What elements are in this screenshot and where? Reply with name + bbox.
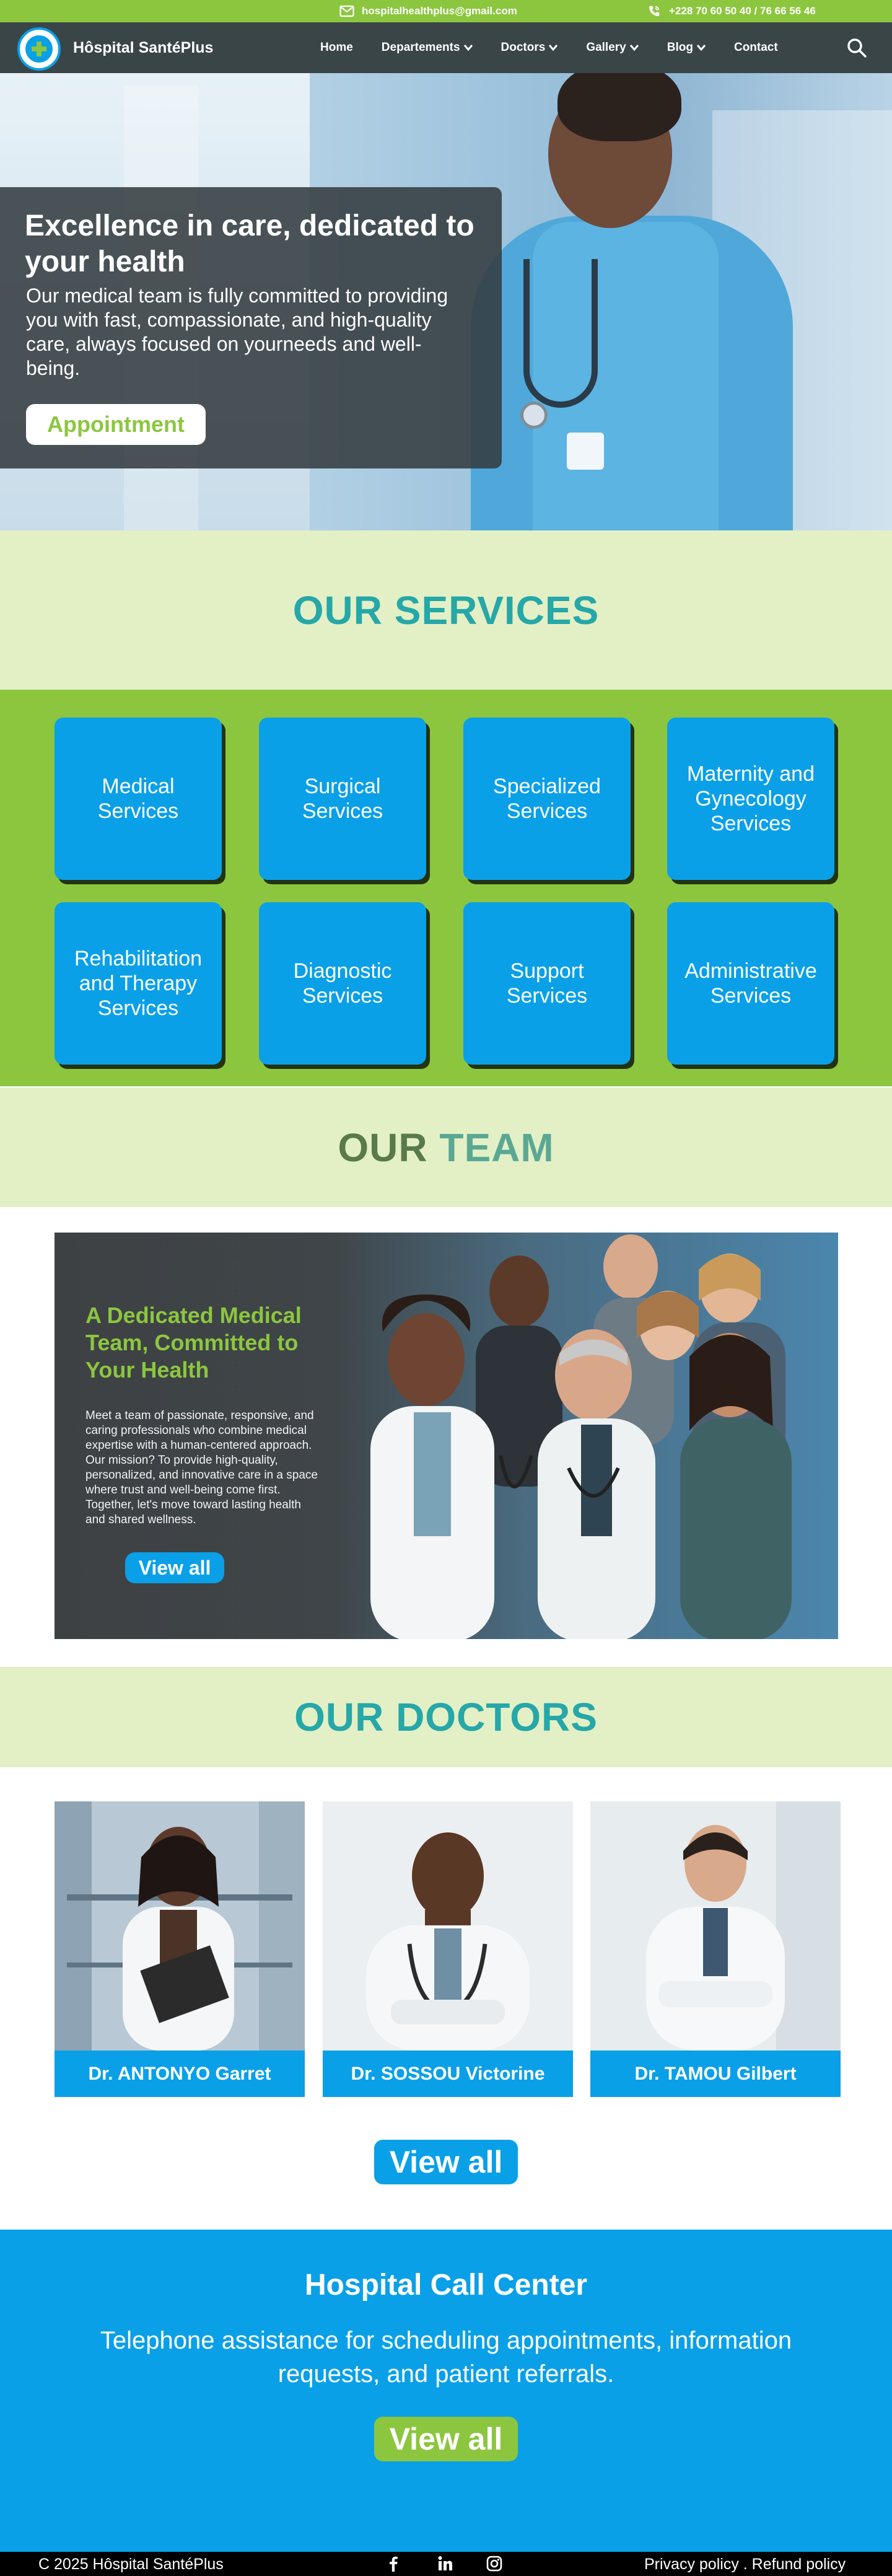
footer-link-separator: . [738, 2556, 752, 2573]
nav-label[interactable]: Gallery [586, 41, 626, 55]
doctor-card[interactable]: Dr. ANTONYO Garret [55, 1801, 305, 2097]
logo-badge [25, 35, 53, 63]
hero-description: Our medical team is fully committed to p… [26, 284, 448, 379]
footer: C 2025 Hôspital SantéPlus Privacy policy… [0, 2552, 892, 2576]
call-center-title: Hospital Call Center [304, 2269, 588, 2301]
privacy-policy-link[interactable]: Privacy policy [644, 2556, 739, 2573]
chevron-down-icon [629, 45, 639, 51]
hero-section: Excellence in care, dedicated to your he… [0, 73, 892, 530]
id-badge [567, 433, 604, 470]
nav-item-doctors[interactable]: Doctors [501, 41, 558, 55]
doctor-photo [55, 1801, 305, 2051]
team-card: A Dedicated Medical Team, Committed to Y… [55, 1233, 838, 1639]
team-description: Meet a team of passionate, responsive, a… [85, 1409, 318, 1526]
top-phone-text[interactable]: +228 70 60 50 40 / 76 66 56 46 [669, 5, 816, 17]
service-card-support[interactable]: Support Services [463, 902, 631, 1065]
doctor-name[interactable]: Dr. TAMOU Gilbert [590, 2051, 841, 2097]
doctor-name[interactable]: Dr. SOSSOU Victorine [323, 2051, 573, 2097]
call-center-section: Hospital Call Center Telephone assistanc… [0, 2230, 892, 2552]
nav-label[interactable]: Home [320, 41, 353, 55]
doctors-title-band: OUR DOCTORS [0, 1667, 892, 1767]
service-card-maternity[interactable]: Maternity and Gynecology Services [667, 718, 834, 880]
top-contact-bar: hospitalhealthplus@gmail.com +228 70 60 … [0, 0, 892, 22]
chevron-down-icon [549, 45, 558, 51]
top-phone[interactable]: +228 70 60 50 40 / 76 66 56 46 [647, 5, 816, 17]
team-view-all-button[interactable]: View all [125, 1552, 224, 1583]
chevron-down-icon [463, 45, 473, 51]
nav-item-home[interactable]: Home [320, 41, 353, 55]
call-center-view-all-button[interactable]: View all [374, 2417, 518, 2461]
service-card-surgical[interactable]: Surgical Services [259, 718, 426, 880]
team-title-part2: TEAM [439, 1125, 554, 1170]
doctor-photo [323, 1801, 573, 2051]
search-icon[interactable] [846, 37, 867, 58]
doctor-card[interactable]: Dr. SOSSOU Victorine [323, 1801, 573, 2097]
phone-icon [649, 6, 660, 16]
appointment-button[interactable]: Appointment [26, 404, 206, 445]
nav-label[interactable]: Contact [734, 41, 778, 55]
brand-name[interactable]: Hôspital SantéPlus [73, 39, 213, 57]
doctors-title: OUR DOCTORS [294, 1695, 598, 1739]
services-title-band: OUR SERVICES [0, 530, 892, 690]
service-card-administrative[interactable]: Administrative Services [667, 902, 834, 1065]
stethoscope-icon [523, 259, 598, 408]
copyright-text: C 2025 Hôspital SantéPlus [38, 2556, 224, 2573]
top-email-text[interactable]: hospitalhealthplus@gmail.com [362, 5, 517, 17]
team-title-band: OUR TEAM [0, 1088, 892, 1207]
mail-icon [339, 5, 354, 17]
doctor-photo [590, 1801, 841, 2051]
service-card-medical[interactable]: Medical Services [55, 718, 222, 880]
service-card-diagnostic[interactable]: Diagnostic Services [259, 902, 426, 1065]
nav-item-blog[interactable]: Blog [667, 41, 706, 55]
team-group-photo [370, 1234, 792, 1639]
nav-label[interactable]: Blog [667, 41, 693, 55]
team-title: OUR TEAM [338, 1125, 554, 1171]
doctors-view-all-button[interactable]: View all [374, 2140, 518, 2184]
service-card-rehabilitation[interactable]: Rehabilitation and Therapy Services [55, 902, 222, 1065]
main-navbar: Hôspital SantéPlus Home Departements Doc… [0, 22, 892, 73]
nav-label[interactable]: Departements [382, 41, 460, 55]
stethoscope-chestpiece [520, 402, 548, 429]
facebook-icon[interactable] [385, 2556, 401, 2572]
footer-links: Privacy policy . Refund policy [644, 2556, 846, 2574]
services-title: OUR SERVICES [292, 587, 600, 633]
nav-label[interactable]: Doctors [501, 41, 546, 55]
top-email[interactable]: hospitalhealthplus@gmail.com [339, 5, 517, 17]
instagram-icon[interactable] [486, 2556, 502, 2572]
chevron-down-icon [696, 45, 706, 51]
hero-title: Excellence in care, dedicated to your he… [25, 209, 474, 278]
call-center-description: Telephone assistance for scheduling appo… [100, 2327, 792, 2388]
refund-policy-link[interactable]: Refund policy [752, 2556, 846, 2573]
nav-item-contact[interactable]: Contact [734, 41, 778, 55]
services-grid: Medical Services Surgical Services Speci… [0, 690, 892, 1086]
team-heading: A Dedicated Medical Team, Committed to Y… [85, 1303, 302, 1383]
team-title-part1: OUR [338, 1125, 428, 1170]
hero-text-panel: Excellence in care, dedicated to your he… [0, 187, 502, 468]
nav-item-gallery[interactable]: Gallery [586, 41, 639, 55]
medical-cross-icon [32, 42, 46, 56]
nav-menu: Home Departements Doctors Gallery Blog C… [320, 41, 807, 55]
doctor-card[interactable]: Dr. TAMOU Gilbert [590, 1801, 841, 2097]
linkedin-icon[interactable] [437, 2556, 453, 2572]
nav-item-departements[interactable]: Departements [382, 41, 473, 55]
hospital-logo[interactable] [17, 27, 61, 71]
doctor-name[interactable]: Dr. ANTONYO Garret [55, 2051, 305, 2097]
hero-nurse-hair [558, 73, 681, 141]
service-card-specialized[interactable]: Specialized Services [463, 718, 631, 880]
